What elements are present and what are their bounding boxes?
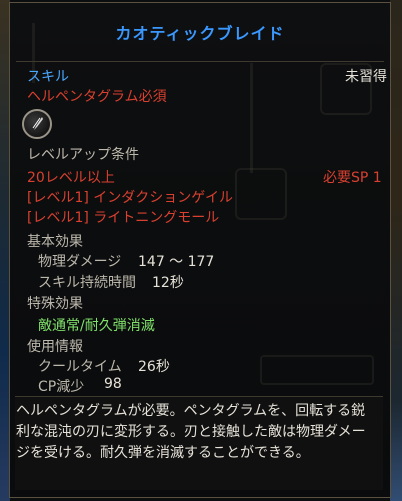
background-right-edge (390, 0, 402, 501)
skill-description: ヘルペンタグラムが必要。ペンタグラムを、回転する鋭利な混沌の刃に変形する。刃と接… (16, 403, 366, 461)
usage-info-heading: 使用情報 (27, 339, 83, 355)
cp-cost-value: 98 (104, 376, 122, 392)
duration-value: 12秒 (152, 275, 184, 291)
skill-title: カオティックブレイド (115, 24, 285, 43)
sp-requirement: 必要SP 1 (323, 170, 382, 186)
duration-label: スキル持続時間 (38, 275, 136, 291)
physical-damage-label: 物理ダメージ (38, 254, 122, 270)
description-divider (15, 396, 383, 397)
special-effect-text: 敵通常/耐久弾消滅 (38, 318, 155, 334)
special-effect-heading: 特殊効果 (27, 296, 83, 312)
requirement-text: ヘルペンタグラム必須 (27, 89, 167, 105)
learn-status: 未習得 (345, 69, 387, 85)
level-requirement: 20レベル以上 (27, 170, 115, 186)
background-button (260, 355, 374, 385)
cp-cost-label: CP減少 (38, 379, 85, 395)
cooldown-value: 26秒 (138, 359, 170, 375)
cooldown-label: クールタイム (38, 359, 122, 375)
physical-damage-value: 147 ～ 177 (138, 254, 215, 270)
basic-effect-heading: 基本効果 (27, 234, 83, 250)
chaotic-blade-skill-icon (22, 109, 52, 139)
title-bar: カオティックブレイド (10, 3, 390, 61)
background-slot (235, 168, 287, 220)
levelup-heading: レベルアップ条件 (27, 147, 139, 163)
prerequisite-skill-2: [レベル1] ライトニングモール (27, 210, 220, 226)
prerequisite-skill-1: [レベル1] インダクションゲイル (27, 190, 234, 206)
background-tree-line (250, 63, 253, 173)
title-divider (16, 61, 384, 62)
category-label: スキル (27, 69, 69, 85)
